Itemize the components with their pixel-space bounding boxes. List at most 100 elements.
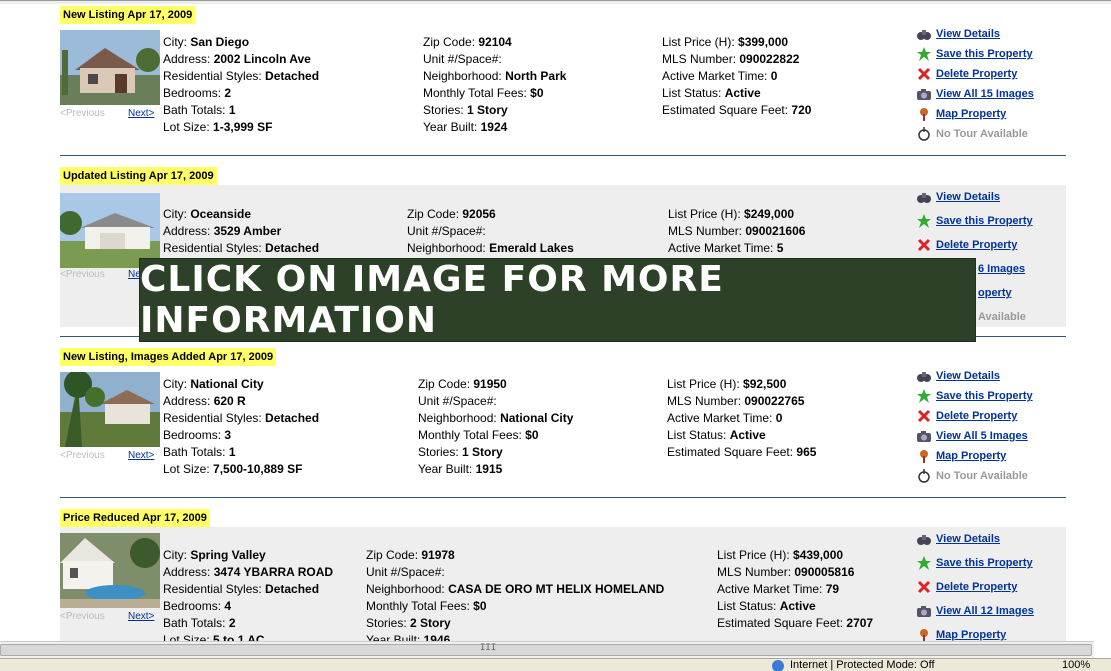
- details-col-2: Zip Code: 91978 Unit #/Space#: Neighborh…: [366, 547, 664, 641]
- star-icon: [916, 555, 932, 571]
- previous-photo-link: <Previous: [60, 611, 105, 622]
- field-lot-size: Lot Size: 7,500-10,889 SF: [163, 462, 303, 476]
- more-info-banner[interactable]: CLICK ON IMAGE FOR MORE INFORMATION: [139, 258, 976, 342]
- field-neighborhood: Neighborhood: CASA DE ORO MT HELIX HOMEL…: [366, 582, 665, 596]
- scrollbar-thumb[interactable]: [0, 644, 1092, 656]
- map-pin-icon: [916, 106, 932, 122]
- property-photo[interactable]: [60, 533, 160, 608]
- delete-x-icon: [916, 237, 932, 253]
- star-icon: [916, 388, 932, 404]
- map-property-link[interactable]: Map Property: [936, 450, 1006, 462]
- binoculars-icon: [916, 531, 932, 547]
- map-pin-icon: [916, 448, 932, 464]
- map-property-link[interactable]: operty: [978, 287, 1012, 299]
- save-property-link[interactable]: Save this Property: [936, 48, 1033, 60]
- listing-1: New Listing Apr 17, 2009 <Previous Next>…: [60, 6, 1066, 156]
- delete-property-link[interactable]: Delete Property: [936, 581, 1017, 593]
- listing-separator: [60, 497, 1066, 498]
- view-details-link[interactable]: View Details: [936, 28, 1000, 40]
- view-details-link[interactable]: View Details: [936, 370, 1000, 382]
- field-neighborhood: Neighborhood: National City: [418, 411, 574, 425]
- field-status: List Status: Active: [717, 599, 816, 613]
- previous-photo-link: <Previous: [60, 269, 105, 280]
- next-photo-link[interactable]: Next>: [128, 611, 154, 622]
- property-photo[interactable]: [60, 30, 160, 105]
- camera-icon: [916, 86, 932, 102]
- details-col-3: List Price (H): $92,500 MLS Number: 0900…: [667, 376, 816, 461]
- view-details-link[interactable]: View Details: [936, 533, 1000, 545]
- view-all-images-link[interactable]: View All 12 Images: [936, 605, 1034, 617]
- field-fees: Monthly Total Fees: $0: [366, 599, 487, 613]
- zoom-level[interactable]: 100%: [1062, 659, 1090, 671]
- star-icon: [916, 213, 932, 229]
- horizontal-scrollbar[interactable]: III: [0, 641, 1094, 658]
- binoculars-icon: [916, 26, 932, 42]
- delete-x-icon: [916, 579, 932, 595]
- property-photo[interactable]: [60, 372, 160, 447]
- tour-icon: [916, 126, 932, 142]
- field-year-built: Year Built: 1915: [418, 462, 503, 476]
- listing-body: <Previous Next> City: Spring Valley Addr…: [60, 527, 1066, 641]
- details-col-1: City: National City Address: 620 R Resid…: [163, 376, 319, 478]
- field-address: Address: 3474 YBARRA ROAD: [163, 565, 334, 579]
- field-market-time: Active Market Time: 0: [662, 69, 778, 83]
- field-market-time: Active Market Time: 79: [717, 582, 840, 596]
- field-city: City: San Diego: [163, 35, 250, 49]
- map-property-link[interactable]: Map Property: [936, 629, 1006, 641]
- field-mls: MLS Number: 090022822: [662, 52, 800, 66]
- tour-icon: [916, 468, 932, 484]
- details-col-2: Zip Code: 91950 Unit #/Space#: Neighborh…: [418, 376, 573, 478]
- field-bedrooms: Bedrooms: 4: [163, 599, 232, 613]
- no-tour-label: Available: [978, 311, 1026, 323]
- delete-property-link[interactable]: Delete Property: [936, 68, 1017, 80]
- field-stories: Stories: 1 Story: [423, 103, 508, 117]
- view-all-images-link[interactable]: 6 Images: [978, 263, 1025, 275]
- listing-3: New Listing, Images Added Apr 17, 2009 <…: [60, 348, 1066, 498]
- field-styles: Residential Styles: Detached: [163, 69, 320, 83]
- field-sqft: Estimated Square Feet: 2707: [717, 616, 874, 630]
- field-lot-size: Lot Size: 1-3,999 SF: [163, 120, 273, 134]
- save-property-link[interactable]: Save this Property: [936, 215, 1033, 227]
- actions-menu: View Details Save this Property Delete P…: [916, 24, 1034, 144]
- field-zip: Zip Code: 91978: [366, 548, 455, 562]
- delete-property-link[interactable]: Delete Property: [936, 410, 1017, 422]
- details-col-3: List Price (H): $249,000 MLS Number: 090…: [668, 206, 805, 257]
- delete-property-link[interactable]: Delete Property: [936, 239, 1017, 251]
- view-all-images-link[interactable]: View All 5 Images: [936, 430, 1028, 442]
- details-col-1: City: Spring Valley Address: 3474 YBARRA…: [163, 547, 333, 641]
- camera-icon: [916, 603, 932, 619]
- listing-separator: [60, 155, 1066, 156]
- details-col-2: Zip Code: 92056 Unit #/Space#: Neighborh…: [407, 206, 574, 257]
- details-col-1: City: San Diego Address: 2002 Lincoln Av…: [163, 34, 319, 136]
- view-all-images-link[interactable]: View All 15 Images: [936, 88, 1034, 100]
- details-col-2: Zip Code: 92104 Unit #/Space#: Neighborh…: [423, 34, 566, 136]
- details-col-3: List Price (H): $399,000 MLS Number: 090…: [662, 34, 811, 119]
- map-property-link[interactable]: Map Property: [936, 108, 1006, 120]
- field-list-price: List Price (H): $439,000: [717, 548, 844, 562]
- star-icon: [916, 46, 932, 62]
- field-sqft: Estimated Square Feet: 720: [662, 103, 812, 117]
- listing-4: Price Reduced Apr 17, 2009 <Previous Nex…: [60, 509, 1066, 641]
- actions-menu: View Details Save this Property Delete P…: [916, 366, 1033, 486]
- save-property-link[interactable]: Save this Property: [936, 390, 1033, 402]
- field-neighborhood: Neighborhood: Emerald Lakes: [407, 241, 574, 255]
- view-details-link[interactable]: View Details: [936, 191, 1000, 203]
- field-bedrooms: Bedrooms: 3: [163, 428, 232, 442]
- browser-status-bar: Internet | Protected Mode: Off 100%: [0, 658, 1111, 671]
- field-unit: Unit #/Space#:: [407, 224, 486, 238]
- field-lot-size: Lot Size: 5 to 1 AC: [163, 633, 265, 641]
- property-photo[interactable]: [60, 193, 160, 268]
- next-photo-link[interactable]: Next>: [128, 450, 154, 461]
- listing-body: <Previous Next> City: National City Addr…: [60, 370, 1066, 492]
- save-property-link[interactable]: Save this Property: [936, 557, 1033, 569]
- field-unit: Unit #/Space#:: [366, 565, 445, 579]
- next-photo-link[interactable]: Next>: [128, 108, 154, 119]
- camera-icon: [916, 428, 932, 444]
- scrollbar-grip-icon: III: [480, 643, 497, 653]
- field-baths: Bath Totals: 1: [163, 445, 236, 459]
- binoculars-icon: [916, 189, 932, 205]
- field-market-time: Active Market Time: 0: [667, 411, 783, 425]
- security-zone-text: Internet | Protected Mode: Off: [790, 659, 935, 671]
- field-list-price: List Price (H): $249,000: [668, 207, 795, 221]
- delete-x-icon: [916, 66, 932, 82]
